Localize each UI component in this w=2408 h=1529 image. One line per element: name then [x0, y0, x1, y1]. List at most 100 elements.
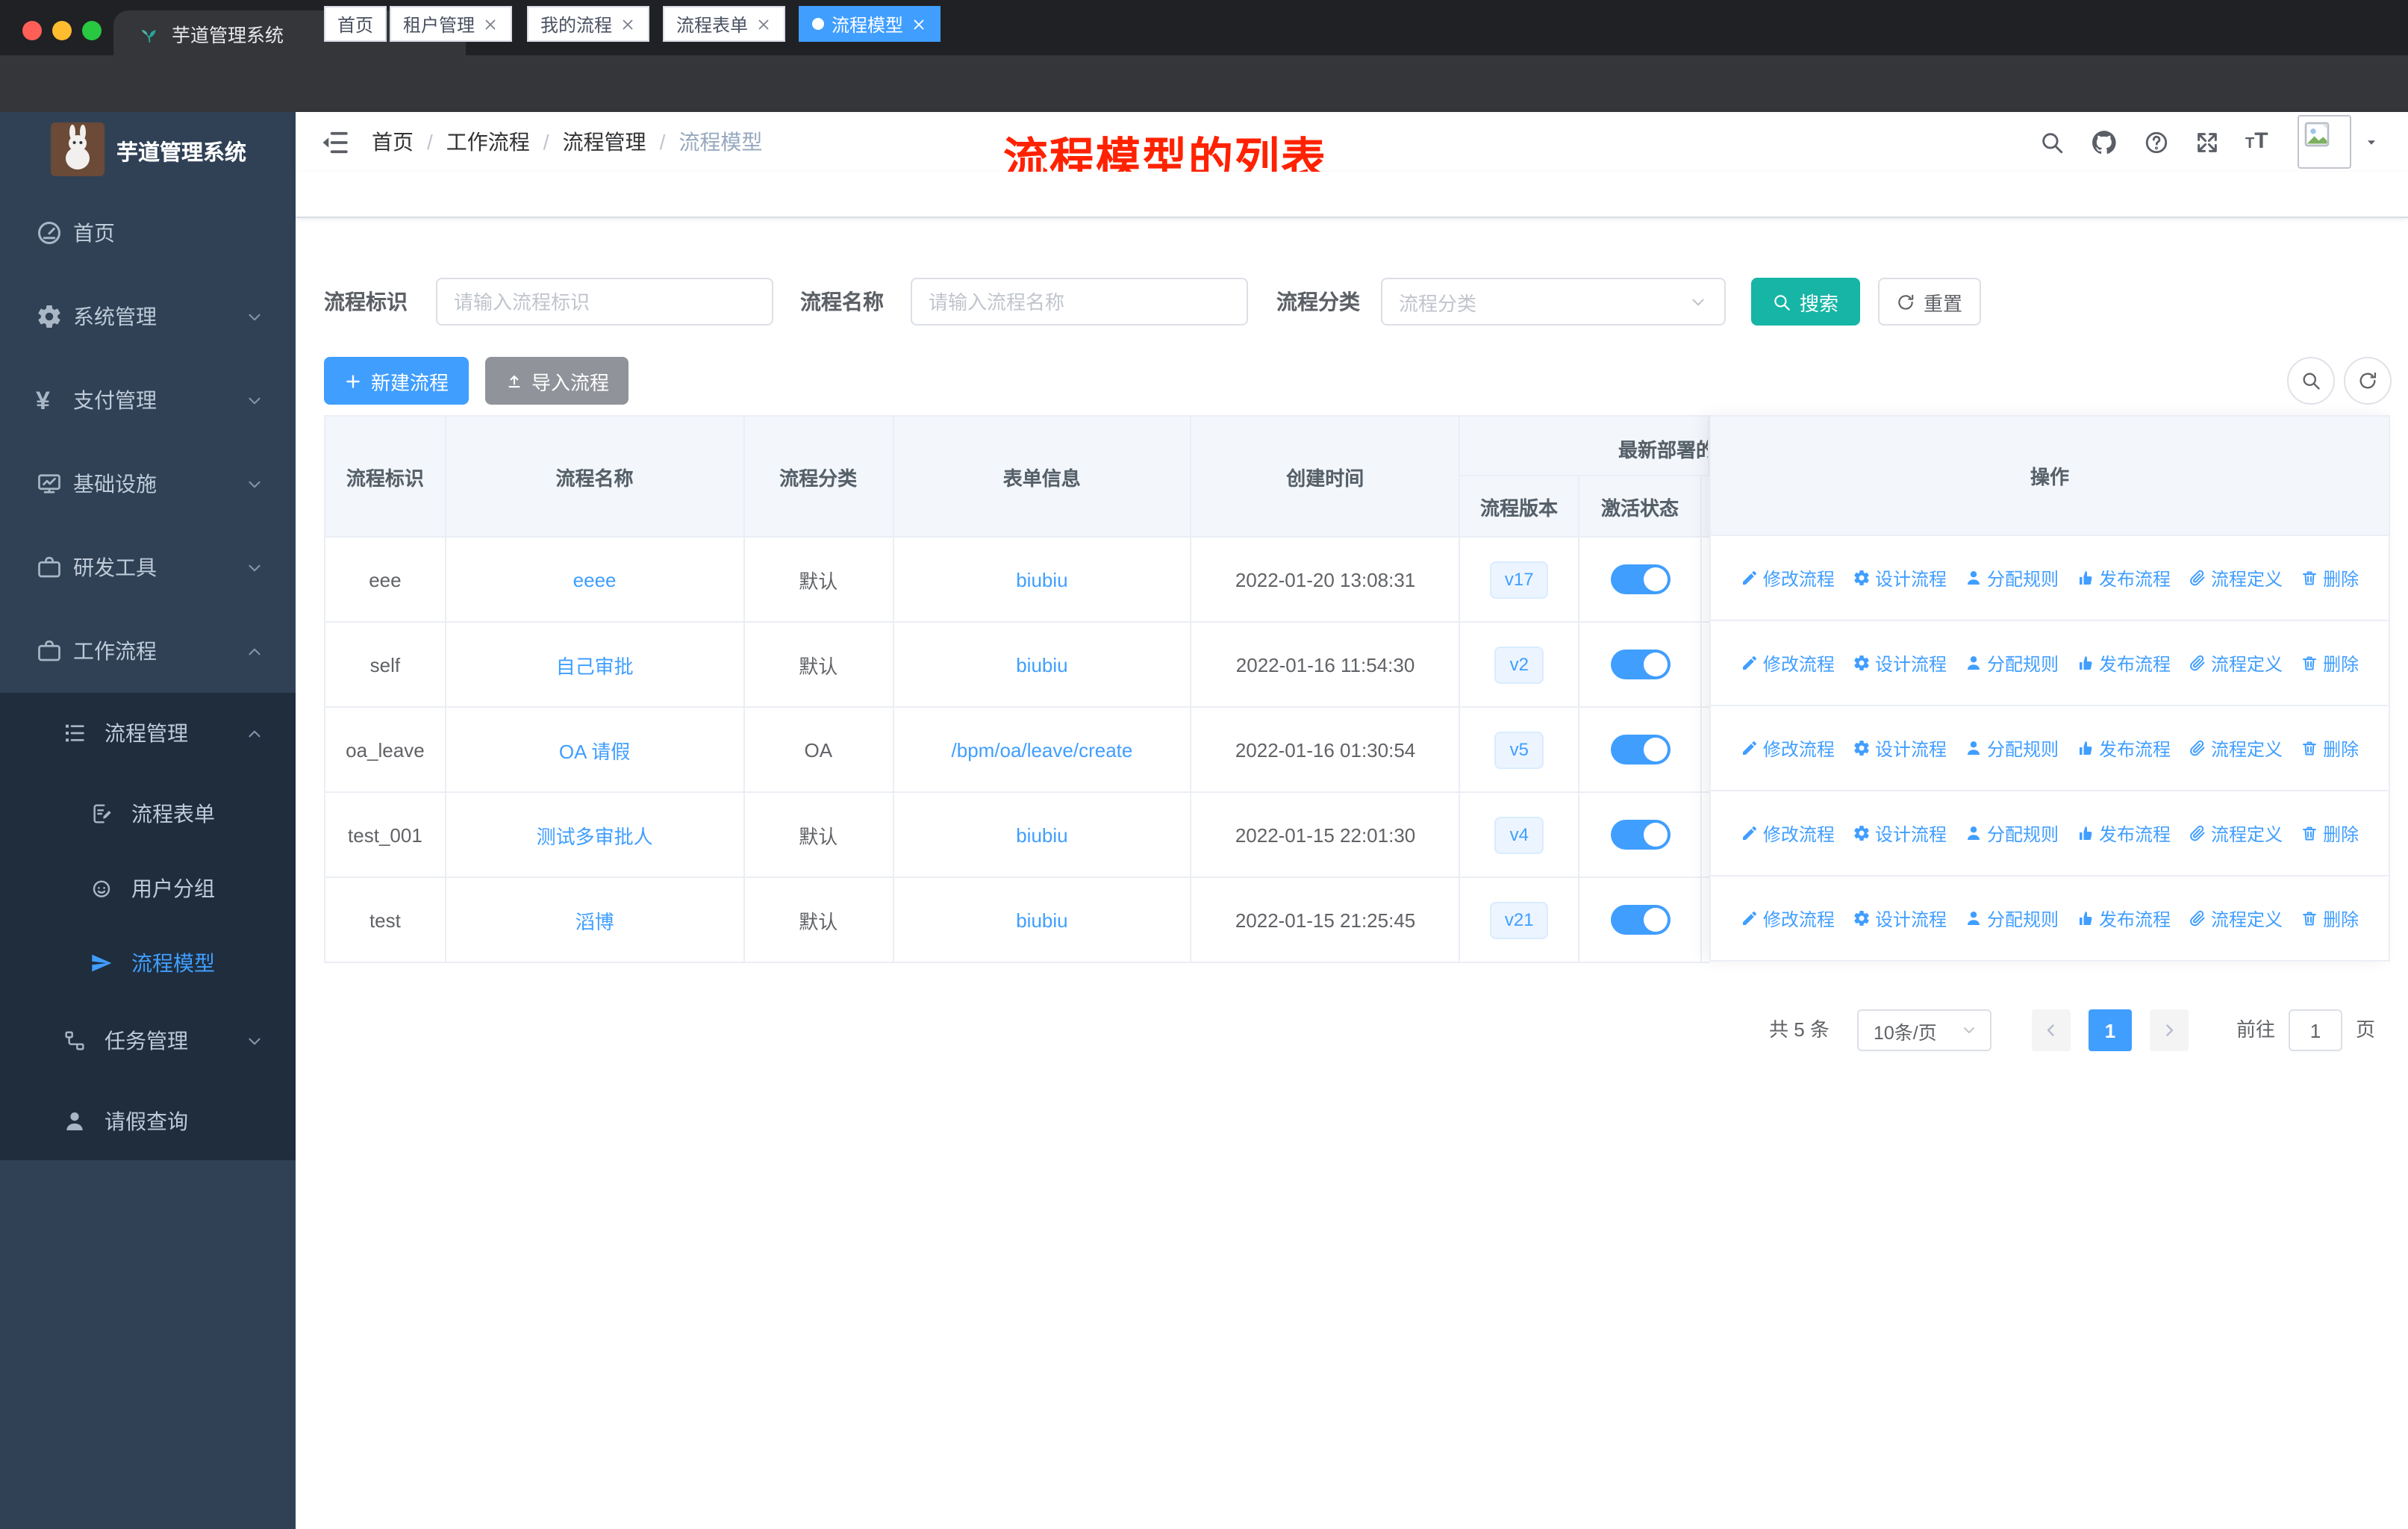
- briefcase-icon: [38, 556, 60, 578]
- refresh-table-button[interactable]: [2344, 357, 2392, 405]
- action-design-process[interactable]: 设计流程: [1853, 820, 1947, 846]
- action-publish-process[interactable]: 发布流程: [2077, 906, 2171, 931]
- process-key-input[interactable]: [436, 278, 773, 326]
- process-name-link[interactable]: eeee: [573, 568, 617, 591]
- sidebar-item-user-group[interactable]: 用户分组: [0, 851, 296, 926]
- sidebar-item-infrastructure[interactable]: 基础设施: [0, 442, 296, 526]
- action-process-definition[interactable]: 流程定义: [2189, 735, 2283, 761]
- action-edit-process[interactable]: 修改流程: [1741, 735, 1835, 761]
- active-toggle[interactable]: [1610, 905, 1671, 935]
- breadcrumb-item-process-management[interactable]: 流程管理: [563, 127, 646, 157]
- action-assign-rule[interactable]: 分配规则: [1965, 650, 2059, 676]
- window-maximize-button[interactable]: [82, 21, 102, 40]
- process-name-link[interactable]: 滔博: [576, 906, 614, 934]
- process-name-link[interactable]: 测试多审批人: [537, 820, 653, 849]
- action-edit-process[interactable]: 修改流程: [1741, 820, 1835, 846]
- sidebar-item-workflow[interactable]: 工作流程: [0, 609, 296, 693]
- action-publish-process[interactable]: 发布流程: [2077, 735, 2171, 761]
- action-process-definition[interactable]: 流程定义: [2189, 650, 2283, 676]
- process-name-link[interactable]: 自己审批: [556, 650, 634, 679]
- sidebar-item-process-form[interactable]: 流程表单: [0, 776, 296, 851]
- import-process-button[interactable]: 导入流程: [485, 357, 628, 405]
- reset-button[interactable]: 重置: [1878, 278, 1981, 326]
- action-design-process[interactable]: 设计流程: [1853, 650, 1947, 676]
- action-process-definition[interactable]: 流程定义: [2189, 565, 2283, 591]
- action-publish-process[interactable]: 发布流程: [2077, 820, 2171, 846]
- action-publish-process[interactable]: 发布流程: [2077, 650, 2171, 676]
- action-delete[interactable]: 删除: [2301, 820, 2359, 846]
- create-process-button[interactable]: 新建流程: [324, 357, 469, 405]
- sidebar-item-process-model[interactable]: 流程模型: [0, 926, 296, 1000]
- user-caret-down-icon[interactable]: [2363, 134, 2380, 151]
- sidebar-item-payment[interactable]: ¥ 支付管理: [0, 358, 296, 442]
- sidebar-item-task-management[interactable]: 任务管理: [0, 1003, 296, 1078]
- search-button[interactable]: 搜索: [1751, 278, 1860, 326]
- action-edit-process[interactable]: 修改流程: [1741, 906, 1835, 931]
- action-delete[interactable]: 删除: [2301, 565, 2359, 591]
- next-page-button[interactable]: [2150, 1009, 2189, 1051]
- font-size-icon[interactable]: TT: [2245, 130, 2268, 154]
- tag-process-form[interactable]: 流程表单: [663, 6, 786, 42]
- action-design-process[interactable]: 设计流程: [1853, 735, 1947, 761]
- close-icon[interactable]: [911, 16, 927, 32]
- action-publish-process[interactable]: 发布流程: [2077, 565, 2171, 591]
- sidebar-item-dev-tools[interactable]: 研发工具: [0, 526, 296, 609]
- tag-process-model[interactable]: 流程模型: [799, 6, 941, 42]
- collapse-sidebar-icon[interactable]: [319, 127, 351, 158]
- robot-icon: [93, 880, 110, 897]
- search-icon[interactable]: [2039, 129, 2065, 155]
- goto-page-input[interactable]: [2289, 1009, 2342, 1051]
- sidebar-item-leave-query[interactable]: 请假查询: [0, 1084, 296, 1159]
- process-name-link[interactable]: OA 请假: [559, 735, 630, 764]
- sidebar-item-home[interactable]: 首页: [0, 191, 296, 275]
- window-close-button[interactable]: [22, 21, 42, 40]
- action-edit-process[interactable]: 修改流程: [1741, 650, 1835, 676]
- close-icon[interactable]: [755, 16, 772, 32]
- toggle-search-button[interactable]: [2287, 357, 2335, 405]
- breadcrumb-item-home[interactable]: 首页: [372, 127, 414, 157]
- action-assign-rule[interactable]: 分配规则: [1965, 906, 2059, 931]
- cell-id: eee: [325, 538, 446, 621]
- tag-tenant-management[interactable]: 租户管理: [390, 6, 513, 42]
- action-design-process[interactable]: 设计流程: [1853, 565, 1947, 591]
- action-delete[interactable]: 删除: [2301, 906, 2359, 931]
- user-icon: [1967, 826, 1980, 840]
- sidebar-item-process-management[interactable]: 流程管理: [0, 696, 296, 770]
- page-size-select[interactable]: 10条/页: [1857, 1009, 1991, 1051]
- app-logo-avatar[interactable]: [51, 122, 105, 176]
- form-info-link[interactable]: biubiu: [1016, 653, 1067, 676]
- form-info-link[interactable]: biubiu: [1016, 568, 1067, 591]
- breadcrumb-item-workflow[interactable]: 工作流程: [446, 127, 530, 157]
- window-minimize-button[interactable]: [52, 21, 72, 40]
- form-info-link[interactable]: biubiu: [1016, 909, 1067, 931]
- process-name-input[interactable]: [911, 278, 1248, 326]
- user-avatar[interactable]: [2298, 115, 2351, 169]
- form-info-link[interactable]: /bpm/oa/leave/create: [952, 738, 1133, 761]
- process-category-select[interactable]: 流程分类: [1381, 278, 1726, 326]
- sidebar-item-system[interactable]: 系统管理: [0, 275, 296, 358]
- active-toggle[interactable]: [1610, 820, 1671, 850]
- action-delete[interactable]: 删除: [2301, 650, 2359, 676]
- github-icon[interactable]: [2090, 128, 2118, 156]
- action-process-definition[interactable]: 流程定义: [2189, 906, 2283, 931]
- tag-my-process[interactable]: 我的流程: [527, 6, 650, 42]
- close-icon[interactable]: [482, 16, 499, 32]
- action-delete[interactable]: 删除: [2301, 735, 2359, 761]
- action-process-definition[interactable]: 流程定义: [2189, 820, 2283, 846]
- fullscreen-icon[interactable]: [2195, 129, 2220, 155]
- active-toggle[interactable]: [1610, 735, 1671, 764]
- active-toggle[interactable]: [1610, 564, 1671, 594]
- prev-page-button[interactable]: [2032, 1009, 2071, 1051]
- action-edit-process[interactable]: 修改流程: [1741, 565, 1835, 591]
- tag-home[interactable]: 首页: [324, 6, 387, 42]
- form-info-link[interactable]: biubiu: [1016, 823, 1067, 846]
- action-design-process[interactable]: 设计流程: [1853, 906, 1947, 931]
- active-toggle[interactable]: [1610, 650, 1671, 679]
- page-1-button[interactable]: 1: [2089, 1009, 2132, 1051]
- action-assign-rule[interactable]: 分配规则: [1965, 565, 2059, 591]
- action-assign-rule[interactable]: 分配规则: [1965, 820, 2059, 846]
- close-icon[interactable]: [620, 16, 636, 32]
- row-operations: 修改流程 设计流程 分配规则 发布流程 流程定义 删除: [1711, 536, 2390, 621]
- action-assign-rule[interactable]: 分配规则: [1965, 735, 2059, 761]
- help-icon[interactable]: [2144, 129, 2169, 155]
